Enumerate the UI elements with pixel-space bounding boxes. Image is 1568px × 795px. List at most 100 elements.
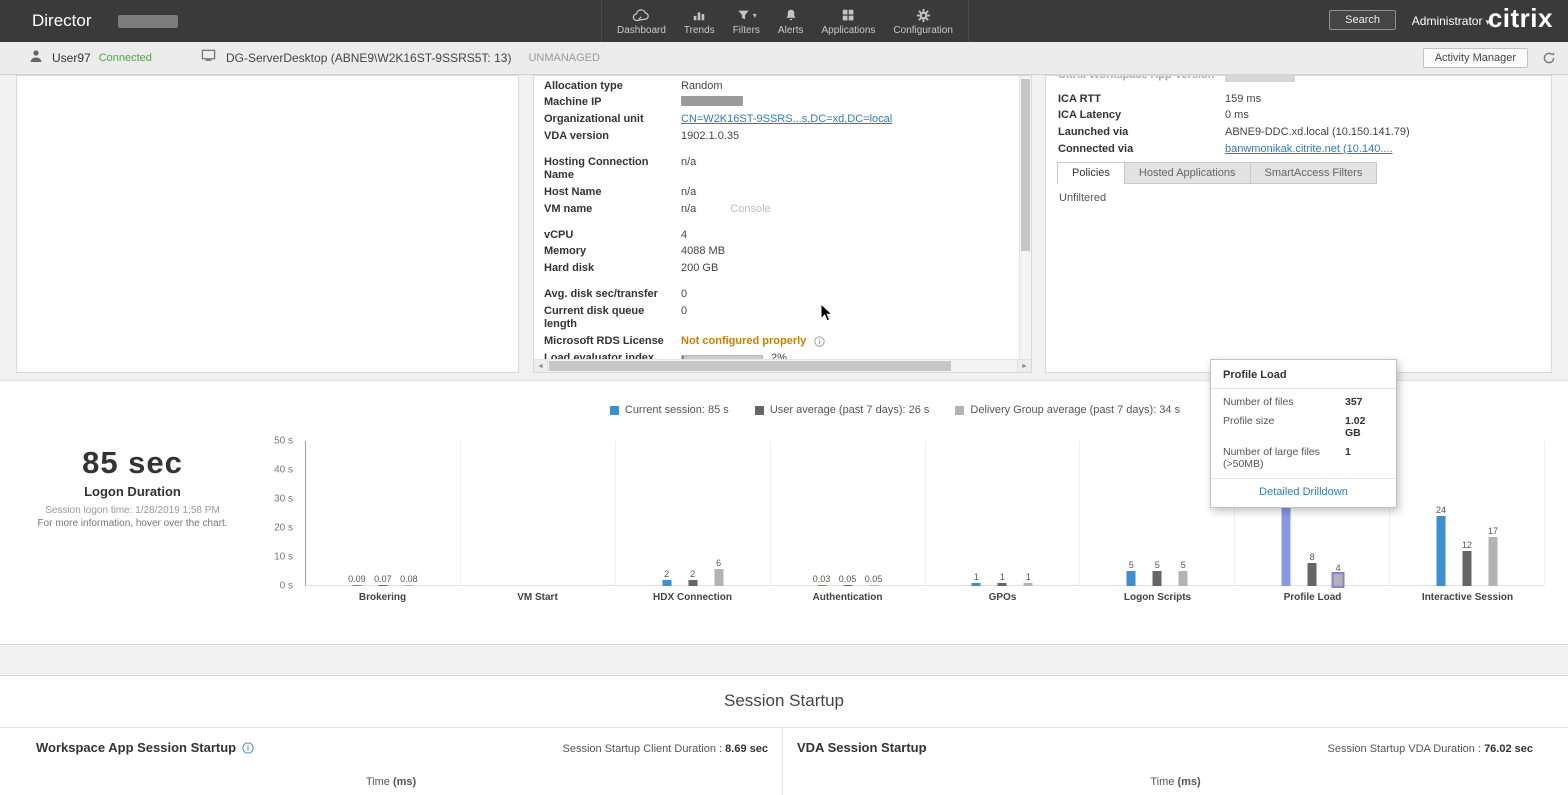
configuration-icon: [916, 7, 931, 23]
nav-item-label: Dashboard: [617, 25, 666, 36]
chart-category-brokering: 0.09 0.07 0.08: [306, 441, 461, 586]
detail-label: Microsoft RDS License: [544, 335, 681, 349]
workspace-app-startup-panel: Workspace App Session Startup Session St…: [0, 728, 783, 795]
nav-item-trends[interactable]: Trends: [675, 0, 724, 42]
bar-current[interactable]: 24: [1437, 516, 1446, 586]
bar-value: 0.09: [348, 574, 366, 584]
bar-user-avg[interactable]: 2: [688, 580, 697, 586]
bar-user-avg[interactable]: 0.05: [843, 585, 852, 586]
bar-current[interactable]: 2: [662, 580, 671, 586]
chart-category-gpos: 1 1 1: [926, 441, 1081, 586]
tooltip-row-value: 1.02 GB: [1345, 415, 1384, 439]
detail-label: Memory: [544, 245, 681, 259]
axis-label: Time (ms): [0, 776, 782, 788]
detail-label: Hosting Connection Name: [544, 156, 681, 184]
monitor-icon: [200, 48, 217, 68]
nav-item-label: Filters: [733, 25, 760, 36]
console-button[interactable]: Console: [730, 203, 770, 217]
trends-icon: [691, 7, 707, 23]
session-tabs: PoliciesHosted ApplicationsSmartAccess F…: [1058, 162, 1377, 184]
bar-value: 5: [1181, 560, 1186, 570]
x-axis-labels: BrokeringVM StartHDX ConnectionAuthentic…: [305, 592, 1545, 603]
vertical-scrollbar[interactable]: [1019, 76, 1031, 359]
tooltip-row-value: 357: [1345, 396, 1363, 408]
bar-value: 6: [716, 558, 721, 568]
machine-name: DG-ServerDesktop (ABNE9\W2K16ST-9SSRS5T:…: [226, 51, 511, 65]
bar-dg-avg[interactable]: 5: [1179, 571, 1188, 586]
bar-dg-avg[interactable]: 4: [1334, 574, 1343, 586]
policies-content: Unfiltered: [1059, 192, 1106, 204]
bar-user-avg[interactable]: 12: [1463, 551, 1472, 586]
nav-item-alerts[interactable]: Alerts: [769, 0, 813, 42]
detail-label: Machine IP: [544, 96, 681, 110]
refresh-icon[interactable]: [1542, 51, 1556, 70]
bar-dg-avg[interactable]: 6: [714, 569, 723, 586]
session-user-tab[interactable]: User97 Connected: [28, 42, 152, 74]
detailed-drilldown-link[interactable]: Detailed Drilldown: [1211, 478, 1396, 507]
bar-user-avg[interactable]: 8: [1308, 563, 1317, 586]
nav-item-configuration[interactable]: Configuration: [884, 0, 961, 42]
logon-duration-label: Logon Duration: [30, 484, 235, 499]
legend-item: Delivery Group average (past 7 days): 34…: [955, 404, 1180, 416]
chart-category-interactive-session: 24 12 17: [1390, 441, 1545, 586]
search-button[interactable]: Search: [1329, 10, 1396, 30]
bar-value: 2: [690, 569, 695, 579]
bar-dg-avg[interactable]: 0.05: [869, 585, 878, 586]
detail-row: ICA Latency0 ms: [1058, 108, 1541, 125]
tooltip-row: Profile size1.02 GB: [1211, 411, 1396, 442]
machine-details-panel: Allocation typeRandomMachine IPOrganizat…: [533, 75, 1032, 373]
detail-row: ICA RTT159 ms: [1058, 91, 1541, 108]
detail-row: Hosting Connection Namen/a: [544, 154, 1015, 185]
bar-user-avg[interactable]: 1: [998, 583, 1007, 586]
citrix-director-app: Director DashboardTrends▾FiltersAlertsAp…: [0, 0, 1568, 795]
chart-category-hdx-connection: 226: [616, 441, 771, 586]
scroll-left-arrow[interactable]: ◄: [534, 360, 548, 372]
detail-label: Organizational unit: [544, 113, 681, 127]
user-menu[interactable]: Administrator▾: [1412, 0, 1490, 43]
scroll-right-arrow[interactable]: ►: [1017, 360, 1031, 372]
bar-current[interactable]: 1: [972, 583, 981, 586]
detail-value: n/a: [681, 203, 696, 217]
info-icon[interactable]: [814, 336, 825, 347]
bar-dg-avg[interactable]: 17: [1489, 537, 1498, 586]
session-bar: User97 Connected DG-ServerDesktop (ABNE9…: [0, 42, 1568, 75]
bar-value: 4: [1336, 563, 1341, 573]
detail-row: Organizational unitCN=W2K16ST-9SSRS...s,…: [544, 112, 1015, 129]
tab-smartaccess-filters[interactable]: SmartAccess Filters: [1250, 162, 1378, 184]
bar-user-avg[interactable]: 0.07: [378, 585, 387, 586]
nav-item-dashboard[interactable]: Dashboard: [608, 0, 675, 42]
tab-hosted-applications[interactable]: Hosted Applications: [1124, 162, 1251, 184]
y-tick-label: 20 s: [274, 523, 293, 534]
bar-current[interactable]: 5: [1127, 571, 1136, 586]
category-label: GPOs: [925, 592, 1080, 603]
machine-tab[interactable]: DG-ServerDesktop (ABNE9\W2K16ST-9SSRS5T:…: [200, 42, 600, 74]
scrollbar-thumb[interactable]: [1021, 79, 1030, 251]
scrollbar-thumb[interactable]: [549, 361, 951, 371]
redacted-text: [118, 15, 178, 28]
nav-item-label: Applications: [821, 25, 875, 36]
tooltip-rows: Number of files357Profile size1.02 GBNum…: [1211, 389, 1396, 475]
bar-current[interactable]: 0.09: [352, 585, 361, 586]
bar-dg-avg[interactable]: 0.08: [404, 585, 413, 586]
detail-value: 159 ms: [1225, 93, 1261, 107]
detail-label: Connected via: [1058, 143, 1225, 157]
tab-policies[interactable]: Policies: [1057, 162, 1125, 184]
bar-current[interactable]: 0.03: [817, 585, 826, 586]
detail-link[interactable]: banwmonikak.citrite.net (10.140....: [1225, 143, 1393, 157]
bar-user-avg[interactable]: 5: [1153, 571, 1162, 586]
nav-item-filters[interactable]: ▾Filters: [724, 0, 769, 42]
applications-icon: [841, 7, 855, 23]
detail-value: ABNE9-DDC.xd.local (10.150.141.79): [1225, 126, 1410, 140]
detail-value: 0 ms: [1225, 109, 1249, 123]
info-icon[interactable]: [242, 742, 254, 754]
warning-value: Not configured properly: [681, 335, 806, 349]
detail-link[interactable]: CN=W2K16ST-9SSRS...s,DC=xd,DC=local: [681, 113, 892, 127]
bar-value: 5: [1155, 560, 1160, 570]
nav-item-applications[interactable]: Applications: [812, 0, 884, 42]
activity-manager-button[interactable]: Activity Manager: [1423, 48, 1528, 68]
horizontal-scrollbar[interactable]: ◄ ►: [534, 359, 1031, 372]
alerts-icon: [784, 7, 798, 23]
bar-dg-avg[interactable]: 1: [1024, 583, 1033, 586]
detail-value: n/a: [681, 156, 696, 170]
detail-row: Memory4088 MB: [544, 244, 1015, 261]
